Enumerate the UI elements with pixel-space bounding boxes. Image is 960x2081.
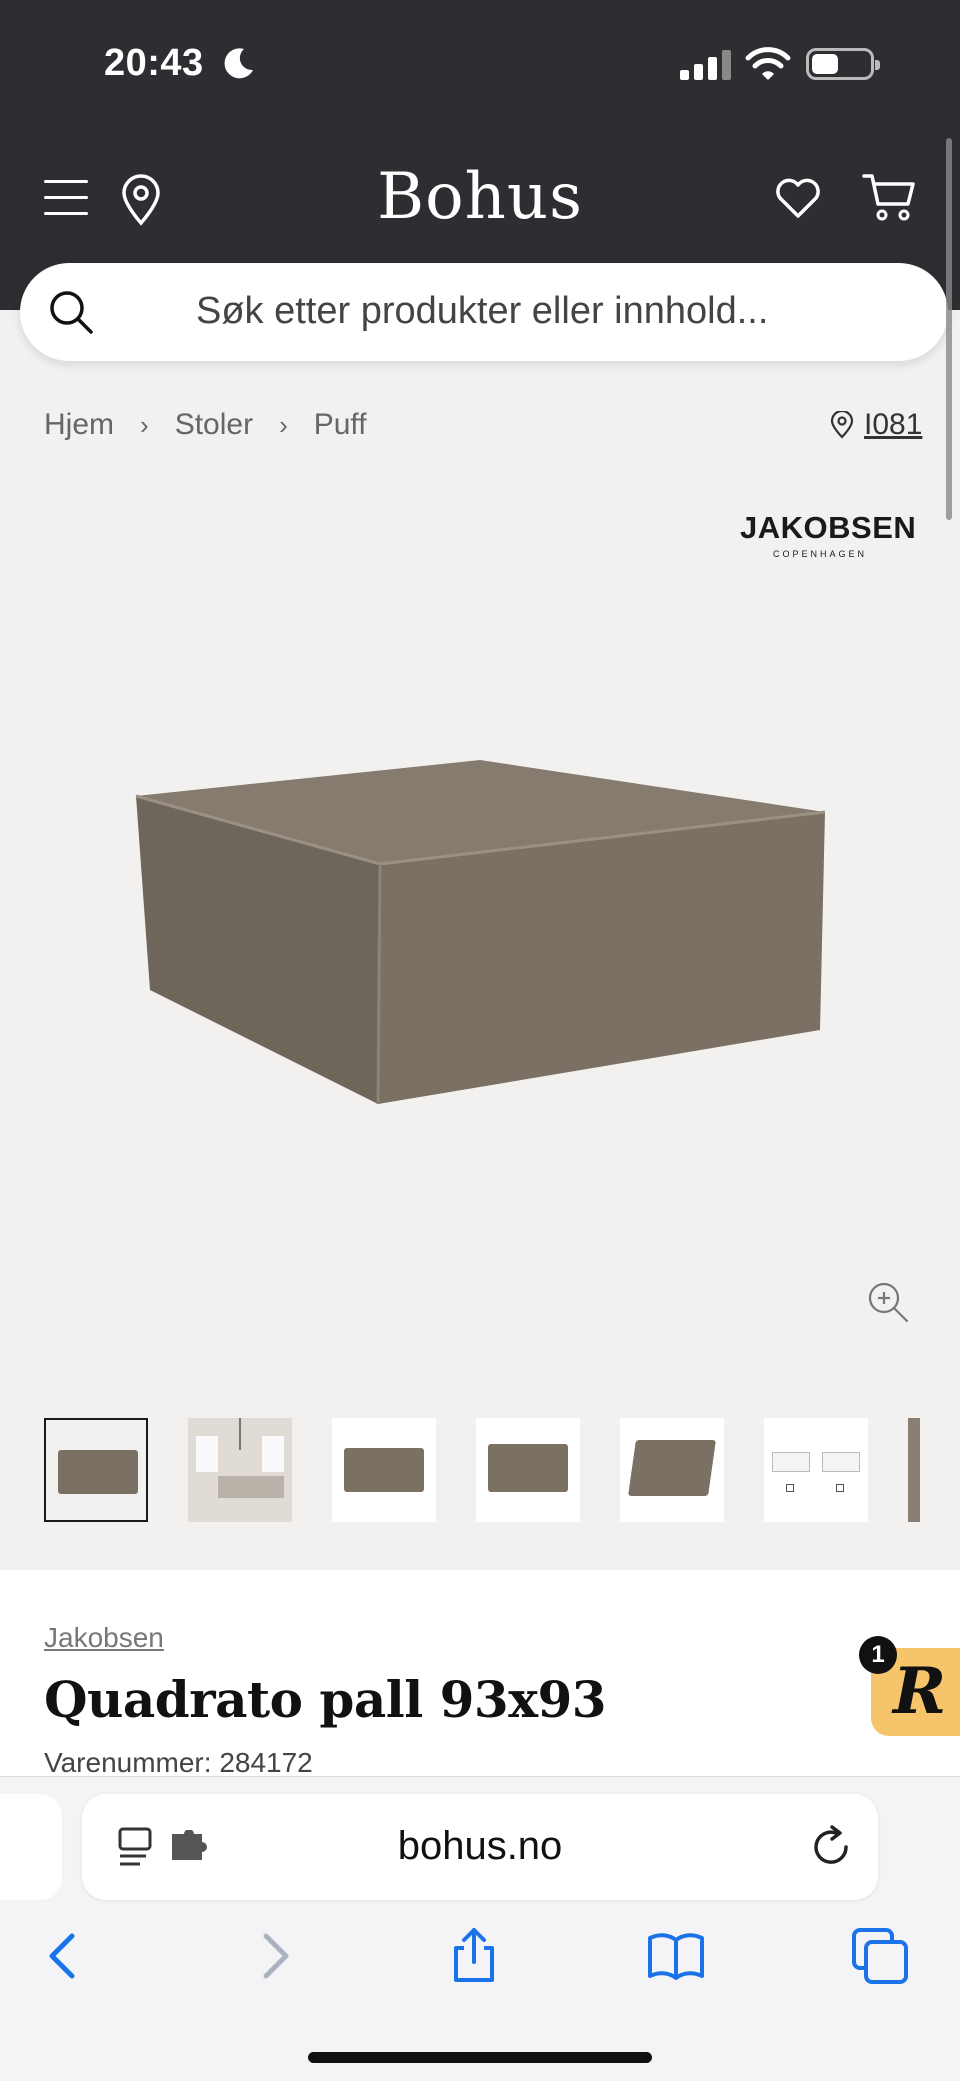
forward-arrow-icon[interactable]	[244, 1926, 304, 1986]
brand-logo-name: JAKOBSEN	[740, 510, 917, 545]
thumbnail-7[interactable]	[908, 1418, 920, 1522]
thumbnail-strip	[44, 1418, 920, 1524]
tabs-overview-icon[interactable]	[850, 1926, 910, 1986]
cart-icon[interactable]	[862, 172, 916, 222]
address-bar[interactable]: bohus.no	[82, 1794, 878, 1900]
wishlist-heart-icon[interactable]	[774, 176, 822, 220]
search-bar[interactable]: Søk etter produkter eller innhold...	[20, 263, 948, 361]
brand-logo: JAKOBSEN COPENHAGEN	[740, 510, 917, 559]
status-time: 20:43	[104, 42, 204, 84]
breadcrumb: Hjem › Stoler › Puff	[44, 408, 367, 442]
reload-icon[interactable]	[808, 1824, 854, 1870]
reviews-widget-letter: R	[893, 1654, 947, 1729]
chevron-right-icon: ›	[140, 409, 149, 440]
thumbnail-3[interactable]	[332, 1418, 436, 1522]
cellular-signal-icon	[680, 48, 731, 80]
breadcrumb-chairs[interactable]: Stoler	[175, 408, 253, 442]
product-brand-link[interactable]: Jakobsen	[44, 1622, 164, 1654]
thumbnail-2[interactable]	[188, 1418, 292, 1522]
url-text[interactable]: bohus.no	[82, 1824, 878, 1869]
product-title: Quadrato pall 93x93	[44, 1670, 607, 1729]
back-arrow-icon[interactable]	[34, 1926, 94, 1986]
page-scrollbar[interactable]	[946, 138, 952, 520]
thumbnail-5[interactable]	[620, 1418, 724, 1522]
product-sku: Varenummer: 284172	[44, 1747, 313, 1778]
store-label[interactable]: I081	[864, 408, 922, 442]
share-icon[interactable]	[444, 1926, 504, 1986]
notification-count-badge: 1	[859, 1636, 897, 1674]
product-image[interactable]	[120, 740, 840, 1120]
bookmarks-book-icon[interactable]	[646, 1926, 706, 1986]
selected-store-link[interactable]: I081	[830, 408, 922, 442]
wifi-icon	[745, 47, 791, 80]
moon-icon	[224, 48, 253, 79]
battery-icon	[806, 48, 880, 80]
brand-logo-sub: COPENHAGEN	[772, 549, 867, 559]
location-pin-icon	[830, 411, 854, 439]
breadcrumb-home[interactable]: Hjem	[44, 408, 114, 442]
thumbnail-1[interactable]	[44, 1418, 148, 1522]
search-icon	[50, 291, 93, 334]
chevron-right-icon: ›	[279, 409, 288, 440]
search-input[interactable]: Søk etter produkter eller innhold...	[196, 290, 768, 333]
thumbnail-6[interactable]	[764, 1418, 868, 1522]
previous-tab-preview[interactable]	[0, 1794, 62, 1900]
home-indicator[interactable]	[308, 2052, 652, 2063]
breadcrumb-pouf[interactable]: Puff	[314, 408, 367, 442]
thumbnail-4[interactable]	[476, 1418, 580, 1522]
zoom-in-icon[interactable]	[866, 1280, 910, 1324]
